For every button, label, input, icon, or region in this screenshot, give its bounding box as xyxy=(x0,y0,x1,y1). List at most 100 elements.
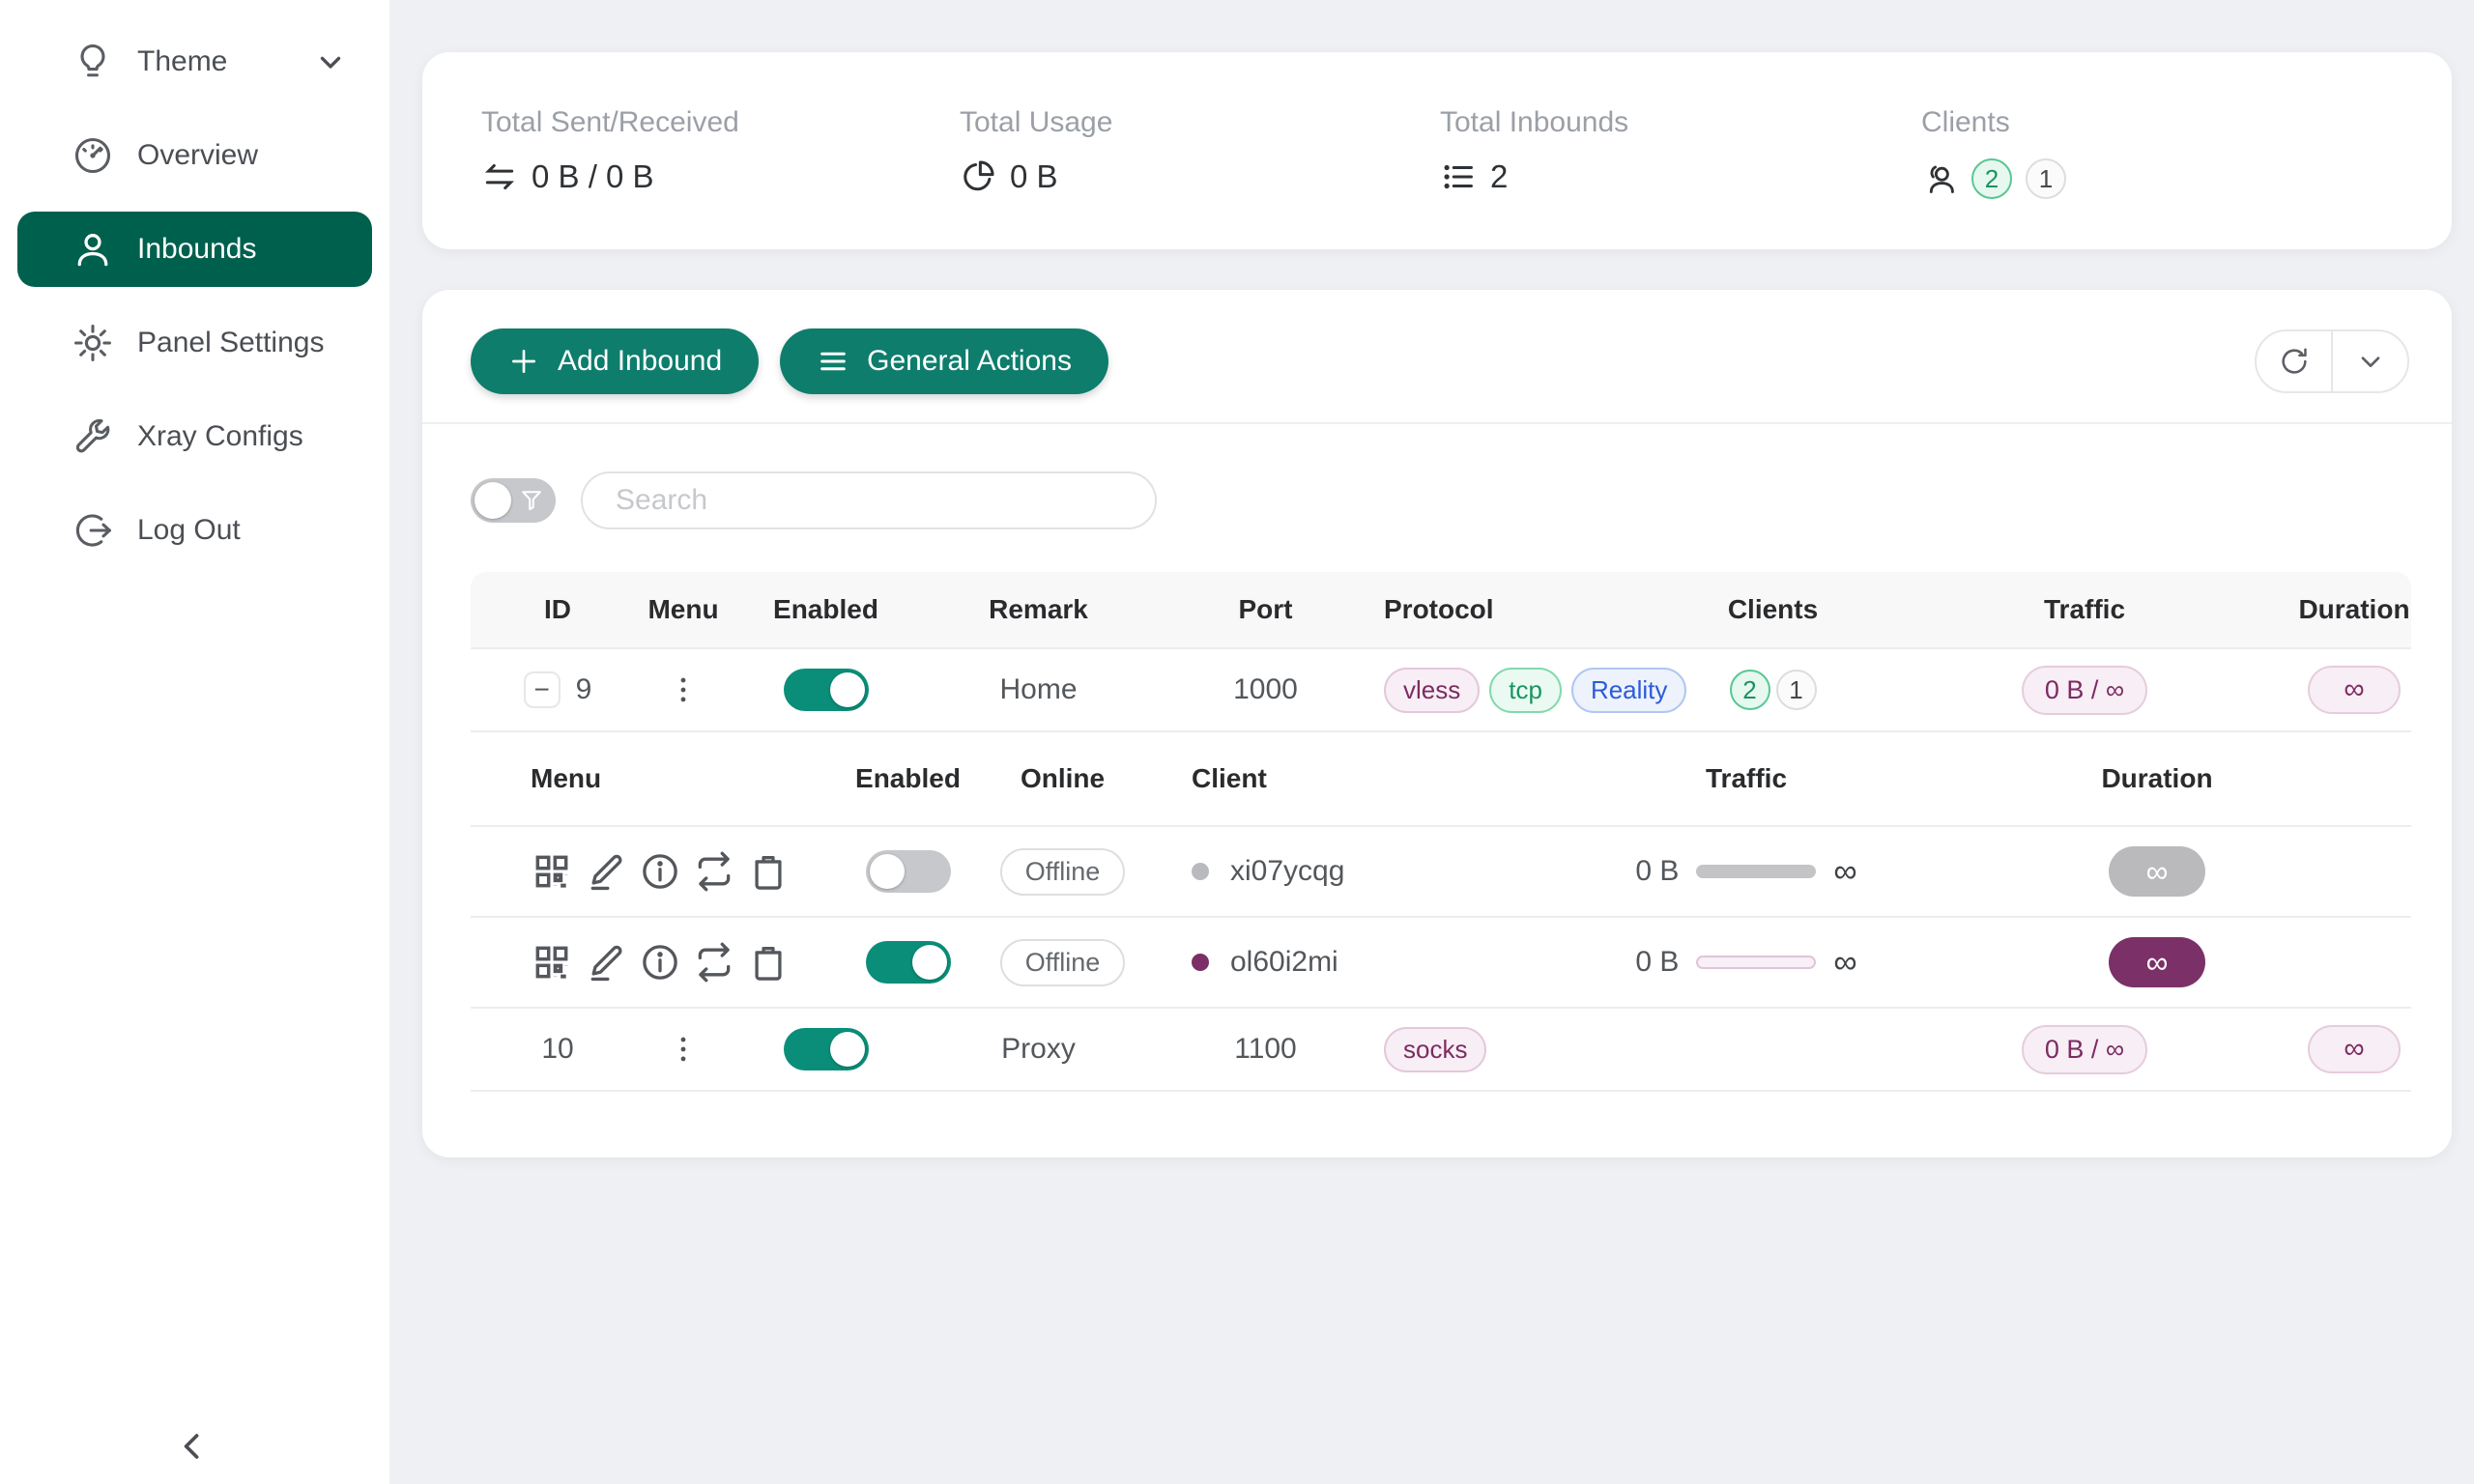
sidebar-item-label: Panel Settings xyxy=(137,327,324,359)
inbound-id: 9 xyxy=(576,673,592,706)
search-input[interactable] xyxy=(581,471,1157,529)
clients-deactive-badge: 1 xyxy=(2026,158,2066,199)
chevron-down-icon xyxy=(2355,346,2386,377)
sidebar-item-inbounds[interactable]: Inbounds xyxy=(17,212,372,287)
sidebar-menu: Theme Overview xyxy=(0,0,389,568)
traffic-pill: 0 B / ∞ xyxy=(2022,666,2147,715)
transfer-arrows-icon xyxy=(481,158,518,195)
general-actions-label: General Actions xyxy=(867,345,1072,378)
reset-traffic-icon[interactable] xyxy=(693,941,735,984)
refresh-dropdown-button[interactable] xyxy=(2331,331,2407,391)
stats-card: Total Sent/Received 0 B / 0 B Total Usag… xyxy=(422,52,2452,249)
client-status-dot xyxy=(1192,954,1209,971)
chevron-down-icon xyxy=(314,45,347,78)
online-status-badge: Offline xyxy=(1000,939,1126,986)
stat-value: 2 xyxy=(1490,158,1508,195)
inbound-port: 1000 xyxy=(1147,673,1384,706)
client-row-xi07ycqg: Offline xi07ycqg 0 B ∞ ∞ xyxy=(471,827,2411,918)
info-icon[interactable] xyxy=(639,941,681,984)
inbound-port: 1100 xyxy=(1147,1033,1384,1066)
client-status-dot xyxy=(1192,863,1209,880)
stat-label: Clients xyxy=(1921,106,2066,139)
stat-total-usage: Total Usage 0 B xyxy=(960,106,1112,195)
duration-pill[interactable]: ∞ xyxy=(2308,1025,2401,1073)
refresh-button[interactable] xyxy=(2257,331,2331,391)
main-content: Total Sent/Received 0 B / 0 B Total Usag… xyxy=(389,0,2474,1484)
traffic-quota: ∞ xyxy=(1833,944,1856,982)
inbounds-table: ID Menu Enabled Remark Port Protocol Cli… xyxy=(471,572,2411,1092)
client-duration-pill[interactable]: ∞ xyxy=(2109,846,2205,897)
sidebar-item-log-out[interactable]: Log Out xyxy=(17,493,372,568)
table-header-row: ID Menu Enabled Remark Port Protocol Cli… xyxy=(471,572,2411,649)
protocol-badge: Reality xyxy=(1571,668,1686,713)
header-client-enabled: Enabled xyxy=(848,763,968,794)
qrcode-icon[interactable] xyxy=(531,850,573,893)
header-duration: Duration xyxy=(2297,594,2411,625)
inbound-row-10: 10 Proxy 1100 xyxy=(471,1009,2411,1092)
info-icon[interactable] xyxy=(639,850,681,893)
general-actions-button[interactable]: General Actions xyxy=(780,328,1108,394)
logout-icon xyxy=(72,509,114,552)
gear-icon xyxy=(72,322,114,364)
header-remark: Remark xyxy=(930,594,1147,625)
hamburger-icon xyxy=(817,345,849,378)
sidebar-item-theme[interactable]: Theme xyxy=(17,24,372,100)
inbound-enabled-toggle[interactable] xyxy=(784,669,869,711)
sidebar-item-label: Xray Configs xyxy=(137,420,303,453)
delete-icon[interactable] xyxy=(747,850,790,893)
sidebar-item-panel-settings[interactable]: Panel Settings xyxy=(17,305,372,381)
lightbulb-icon xyxy=(72,41,114,83)
stat-value: 0 B / 0 B xyxy=(532,158,654,195)
dashboard-icon xyxy=(72,134,114,177)
duration-pill[interactable]: ∞ xyxy=(2308,666,2401,714)
toggle-knob xyxy=(830,1032,865,1067)
sidebar: Theme Overview xyxy=(0,0,389,1484)
add-inbound-button[interactable]: Add Inbound xyxy=(471,328,759,394)
row-menu-icon[interactable] xyxy=(667,673,700,706)
refresh-icon xyxy=(2279,346,2310,377)
reset-traffic-icon[interactable] xyxy=(693,850,735,893)
header-menu: Menu xyxy=(645,594,722,625)
inbound-row-9: − 9 Home 1000 xyxy=(471,649,2411,732)
header-clients: Clients xyxy=(1674,594,1872,625)
inbounds-card: Add Inbound General Actions xyxy=(422,290,2452,1157)
stat-label: Total Inbounds xyxy=(1440,106,1628,139)
sidebar-item-overview[interactable]: Overview xyxy=(17,118,372,193)
client-duration-pill[interactable]: ∞ xyxy=(2109,937,2205,987)
sidebar-item-label: Theme xyxy=(137,45,227,78)
toolbar-divider xyxy=(422,422,2452,424)
inbound-remark: Proxy xyxy=(930,1033,1147,1066)
edit-icon[interactable] xyxy=(585,850,627,893)
collapse-row-button[interactable]: − xyxy=(524,671,561,708)
sidebar-item-xray-configs[interactable]: Xray Configs xyxy=(17,399,372,474)
traffic-quota: ∞ xyxy=(1833,853,1856,891)
traffic-pill: 0 B / ∞ xyxy=(2022,1025,2147,1074)
sidebar-collapse-button[interactable] xyxy=(166,1420,218,1472)
header-client-duration: Duration xyxy=(1949,763,2365,794)
traffic-progress-bar xyxy=(1696,865,1816,878)
delete-icon[interactable] xyxy=(747,941,790,984)
inbound-id: 10 xyxy=(541,1033,573,1066)
inbound-enabled-toggle[interactable] xyxy=(784,1028,869,1070)
client-enabled-toggle[interactable] xyxy=(866,850,951,893)
inbound-remark: Home xyxy=(930,673,1147,706)
header-port: Port xyxy=(1147,594,1384,625)
stat-clients: Clients 2 1 xyxy=(1921,106,2066,199)
clients-online-badge: 2 xyxy=(1971,158,2012,199)
list-icon xyxy=(1440,158,1477,195)
toggle-knob xyxy=(475,482,511,519)
header-client-traffic: Traffic xyxy=(1543,763,1949,794)
sidebar-item-label: Log Out xyxy=(137,514,241,547)
filter-toggle[interactable] xyxy=(471,478,556,523)
stat-total-sent-received: Total Sent/Received 0 B / 0 B xyxy=(481,106,739,195)
header-enabled: Enabled xyxy=(722,594,930,625)
stat-value: 0 B xyxy=(1010,158,1058,195)
client-table-header: Menu Enabled Online Client Traffic Durat… xyxy=(471,732,2411,827)
edit-icon[interactable] xyxy=(585,941,627,984)
client-enabled-toggle[interactable] xyxy=(866,941,951,984)
protocol-badge: tcp xyxy=(1489,668,1562,713)
clients-online-badge: 2 xyxy=(1730,670,1770,710)
qrcode-icon[interactable] xyxy=(531,941,573,984)
client-name: ol60i2mi xyxy=(1230,946,1338,979)
row-menu-icon[interactable] xyxy=(667,1033,700,1066)
